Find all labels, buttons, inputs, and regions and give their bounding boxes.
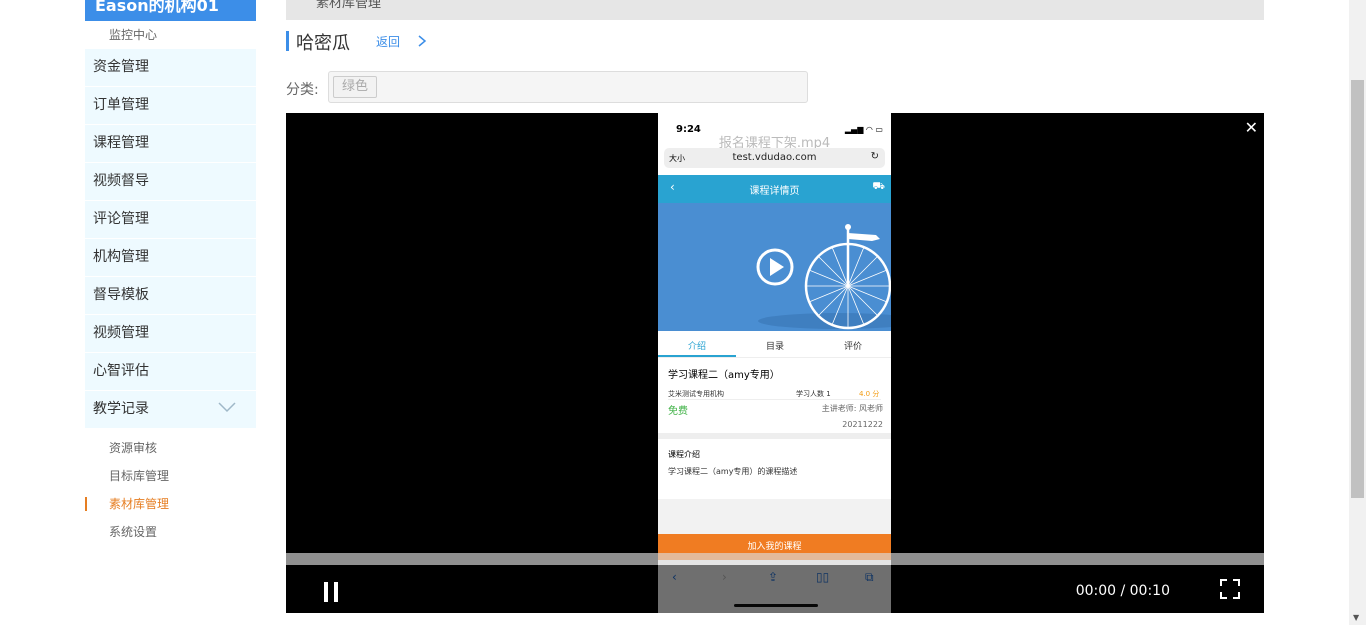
course-students: 学习人数 1 xyxy=(796,390,831,398)
pause-icon[interactable] xyxy=(324,582,340,602)
sidebar-subitem-system-settings[interactable]: 系统设置 xyxy=(85,518,256,546)
bicycle-banner-image xyxy=(756,224,891,330)
fullscreen-icon[interactable] xyxy=(1220,579,1240,599)
video-player[interactable]: 9:24 ▂▄▆ ◠ ▭ 报名课程下架.mp4 大小 test.vdudao.c… xyxy=(286,113,1264,613)
video-frame: 9:24 ▂▄▆ ◠ ▭ 报名课程下架.mp4 大小 test.vdudao.c… xyxy=(658,113,891,613)
scrollbar[interactable]: ▼ xyxy=(1349,0,1366,625)
course-date: 20211222 xyxy=(842,420,883,429)
sidebar-item-monitor-center[interactable]: 监控中心 xyxy=(85,21,256,49)
sidebar-subitem-material-library[interactable]: 素材库管理 xyxy=(85,490,256,518)
category-field[interactable]: 绿色 xyxy=(328,71,808,103)
divider xyxy=(668,399,881,400)
course-rating: 4.0 分 xyxy=(859,390,880,398)
category-label: 分类: xyxy=(286,82,319,98)
course-intro-heading: 课程介绍 xyxy=(668,450,700,459)
scroll-down-icon[interactable]: ▼ xyxy=(1353,613,1359,622)
phone-url-bar: 大小 test.vdudao.com ↻ xyxy=(664,148,885,168)
sidebar-item-supervision-templates[interactable]: 督导模板 xyxy=(85,277,256,314)
sidebar-item-teaching-records[interactable]: 教学记录 xyxy=(85,391,256,428)
close-icon[interactable]: ✕ xyxy=(1245,118,1258,137)
course-intro-text: 学习课程二（amy专用）的课程描述 xyxy=(668,467,798,476)
sidebar-subitem-target-library[interactable]: 目标库管理 xyxy=(85,462,256,490)
section-gap xyxy=(658,433,891,439)
back-link[interactable]: 返回 xyxy=(376,33,400,50)
phone-tab-indicator xyxy=(658,355,736,357)
category-tag: 绿色 xyxy=(333,76,378,98)
phone-tab-reviews: 评价 xyxy=(843,342,862,352)
sidebar-item-label: 教学记录 xyxy=(93,401,149,417)
course-org: 艾米测试专用机构 xyxy=(668,390,724,398)
phone-tab-intro: 介绍 xyxy=(687,342,706,352)
sidebar-item-comments[interactable]: 评论管理 xyxy=(85,201,256,238)
sidebar-item-courses[interactable]: 课程管理 xyxy=(85,125,256,162)
page-title: 哈密瓜 xyxy=(296,33,350,54)
breadcrumb: 素材库管理 xyxy=(316,0,382,11)
sidebar-item-video-supervision[interactable]: 视频督导 xyxy=(85,163,256,200)
phone-tab-catalog: 目录 xyxy=(765,342,784,352)
sidebar: Eason的机构01 监控中心 资金管理 订单管理 课程管理 视频督导 评论管理… xyxy=(85,0,256,546)
title-accent-bar xyxy=(286,31,289,51)
course-teacher: 主讲老师: 风老师 xyxy=(821,404,883,413)
sidebar-item-institutions[interactable]: 机构管理 xyxy=(85,239,256,276)
sidebar-subitem-resource-review[interactable]: 资源审核 xyxy=(85,434,256,462)
chevron-down-icon xyxy=(218,402,236,413)
sidebar-header: Eason的机构01 xyxy=(85,0,256,21)
empty-area xyxy=(658,499,891,534)
course-title: 学习课程二（amy专用） xyxy=(668,370,780,381)
phone-nav-title: 课程详情页 xyxy=(749,186,800,197)
reload-icon: ↻ xyxy=(870,151,879,162)
phone-url: test.vdudao.com xyxy=(732,152,817,163)
sidebar-item-funds[interactable]: 资金管理 xyxy=(85,49,256,86)
video-controls: 00:00 / 00:10 xyxy=(286,565,1264,613)
scrollbar-thumb[interactable] xyxy=(1351,80,1364,498)
course-banner xyxy=(658,203,891,331)
sidebar-item-mind-assessment[interactable]: 心智评估 xyxy=(85,353,256,390)
cart-icon: ⛟ xyxy=(872,181,885,192)
progress-bar[interactable] xyxy=(286,553,1264,565)
phone-nav-bar: ‹ 课程详情页 ⛟ xyxy=(658,175,891,203)
sidebar-item-video-management[interactable]: 视频管理 xyxy=(85,315,256,352)
time-display: 00:00 / 00:10 xyxy=(1075,583,1170,599)
sidebar-item-orders[interactable]: 订单管理 xyxy=(85,87,256,124)
course-price: 免费 xyxy=(668,406,688,417)
phone-tabs: 介绍 目录 评价 xyxy=(658,331,891,358)
chevron-right-icon[interactable] xyxy=(417,34,427,48)
breadcrumb-bar: 素材库管理 xyxy=(286,0,1264,20)
